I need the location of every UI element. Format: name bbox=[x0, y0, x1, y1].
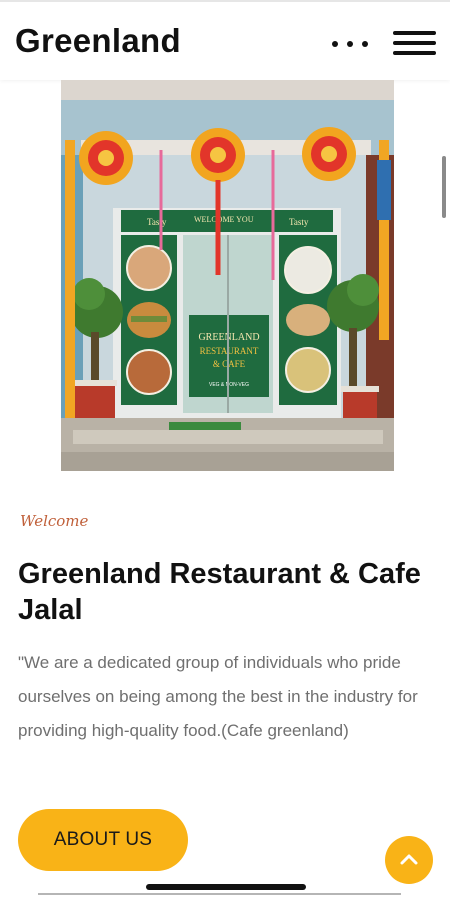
welcome-eyebrow: Welcome bbox=[20, 512, 89, 530]
sign-line-2: RESTAURANT bbox=[200, 346, 259, 356]
hamburger-menu-icon[interactable] bbox=[393, 29, 436, 57]
home-indicator[interactable] bbox=[146, 884, 306, 890]
sign-line-3: & CAFE bbox=[213, 359, 246, 369]
intro-description: "We are a dedicated group of individuals… bbox=[18, 653, 418, 740]
page-title: Greenland Restaurant & Cafe Jalal bbox=[18, 558, 421, 626]
bottom-divider bbox=[38, 893, 401, 895]
scroll-to-top-button[interactable] bbox=[385, 836, 433, 884]
banner-mid-text: WELCOME YOU bbox=[194, 215, 254, 224]
top-navigation-bar: Greenland bbox=[0, 0, 450, 80]
banner-right-text: Tasty bbox=[289, 217, 309, 227]
chevron-up-icon bbox=[400, 854, 418, 865]
hero-storefront-image: Tasty WELCOME YOU Tasty GREENLAND RESTAU… bbox=[61, 80, 394, 471]
brand-logo-text[interactable]: Greenland bbox=[15, 22, 181, 60]
page-scrollbar[interactable] bbox=[442, 156, 446, 218]
banner-left-text: Tasty bbox=[147, 217, 167, 227]
about-us-button[interactable]: ABOUT US bbox=[18, 809, 188, 871]
more-dots-icon[interactable] bbox=[332, 32, 368, 56]
sign-line-4: VEG & NON-VEG bbox=[209, 382, 249, 388]
